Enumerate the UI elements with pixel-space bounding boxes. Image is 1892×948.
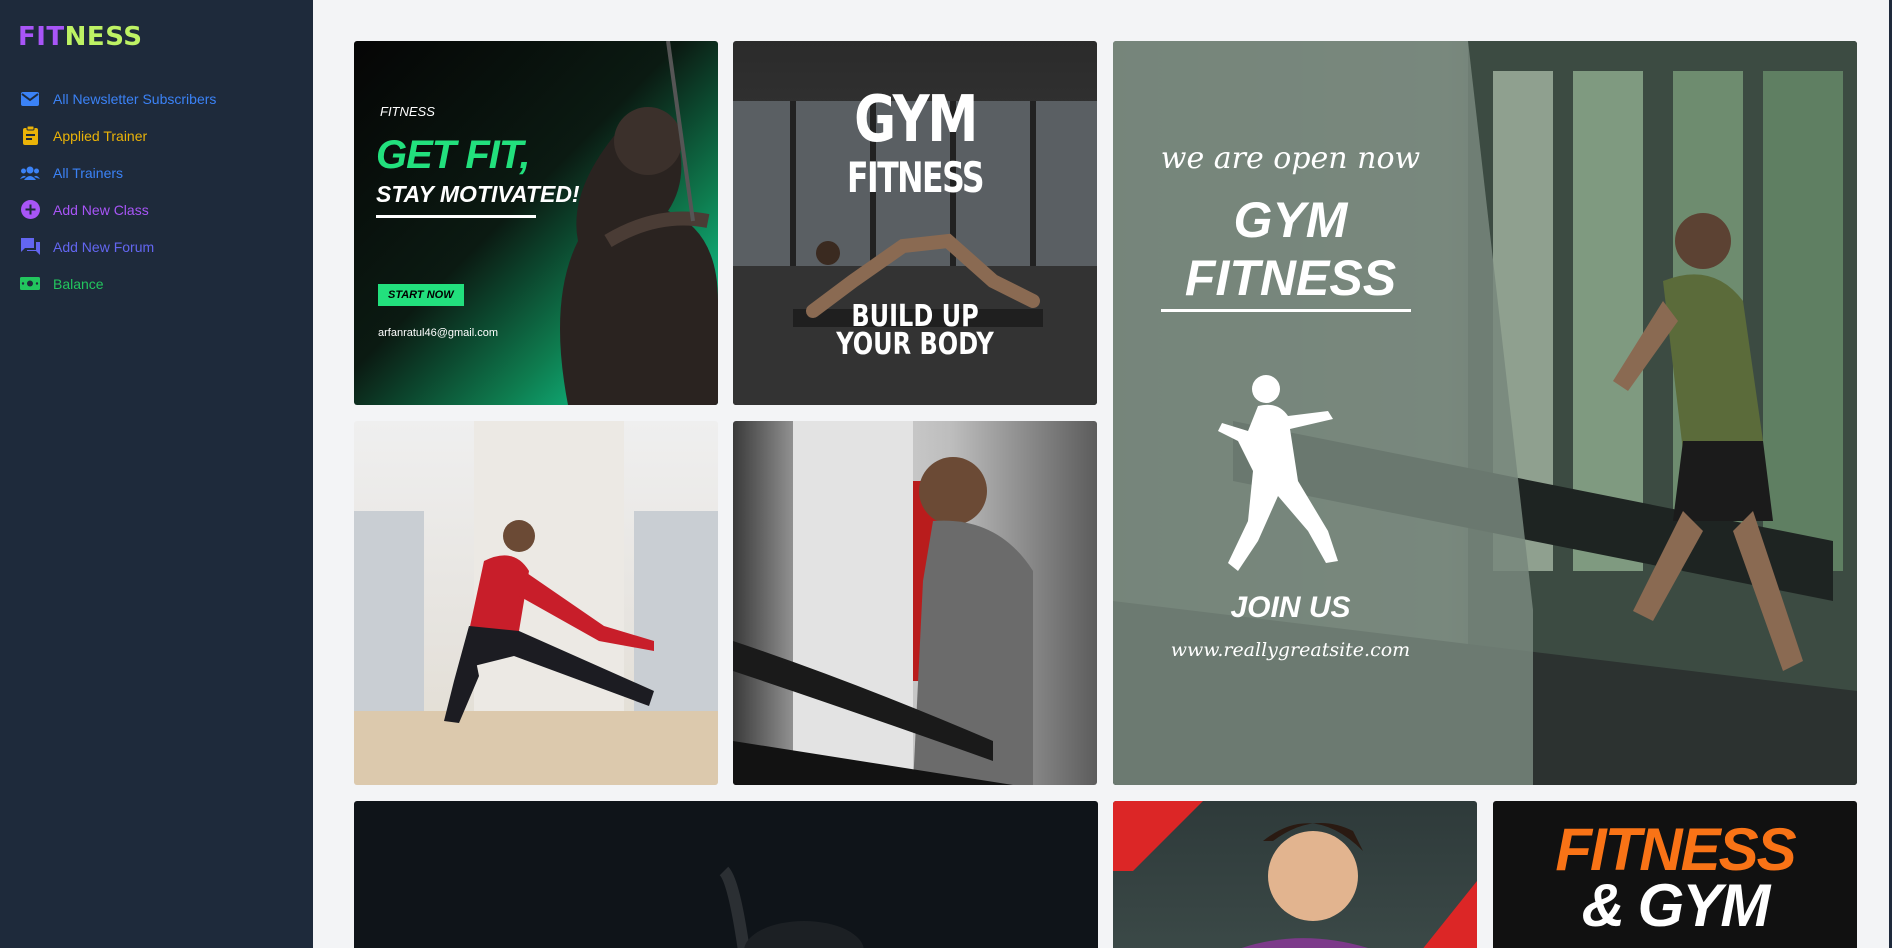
sidebar-item-applied-trainer[interactable]: Applied Trainer: [20, 117, 216, 154]
tile-title-gym: GYM: [1233, 192, 1348, 248]
dark-equipment-image: [719, 866, 864, 948]
gallery-image-fitness-gym[interactable]: FITNESS & GYM: [1493, 801, 1857, 948]
money-icon: [20, 274, 40, 294]
brand-part-2: NESS: [64, 22, 143, 52]
sidebar-item-label: Add New Forum: [53, 238, 155, 255]
join-us-text: JOIN US: [1230, 591, 1351, 624]
tile-build-up: BUILD UP YOUR BODY: [769, 302, 1060, 362]
sidebar-item-add-new-class[interactable]: Add New Class: [20, 191, 216, 228]
sidebar-item-label: All Newsletter Subscribers: [53, 90, 217, 107]
brand-part-1: FIT: [18, 22, 65, 52]
woman-workout-image: [1113, 801, 1477, 948]
runner-silhouette-icon: [1218, 375, 1338, 571]
sidebar-item-label: All Trainers: [53, 164, 124, 181]
sidebar-item-newsletter-subscribers[interactable]: All Newsletter Subscribers: [20, 80, 216, 117]
gallery-image-join-us[interactable]: we are open now GYM FITNESS JOIN US www.…: [1113, 41, 1857, 785]
treadmill-man-image: [733, 421, 1033, 785]
brand-logo[interactable]: FITNESS: [18, 22, 142, 52]
forum-icon: [20, 237, 40, 257]
sidebar-item-label: Applied Trainer: [53, 127, 148, 144]
gallery-image-stretching[interactable]: [354, 421, 718, 785]
sidebar-item-label: Add New Class: [53, 201, 149, 218]
gallery-image-get-fit[interactable]: FITNESS GET FIT, STAY MOTIVATED! START N…: [354, 41, 718, 405]
gallery-image-treadmill[interactable]: [733, 421, 1097, 785]
clipboard-icon: [20, 126, 40, 146]
tile-title-gym: GYM: [854, 83, 978, 157]
main-gallery: FITNESS GET FIT, STAY MOTIVATED! START N…: [313, 0, 1892, 948]
gallery-image-woman-workout[interactable]: [1113, 801, 1477, 948]
start-now-button: START NOW: [378, 284, 464, 306]
tile-title-fitness: FITNESS: [846, 153, 985, 202]
tile-brand-text: FITNESS: [380, 104, 435, 119]
gallery-image-gym-fitness[interactable]: GYM FITNESS BUILD UP YOUR BODY: [733, 41, 1097, 405]
muscular-man-image: [560, 41, 718, 405]
treadmill-runner-image: [1613, 213, 1803, 671]
tile-website: www.reallygreatsite.com: [1170, 639, 1411, 661]
tile-build-line-2: YOUR BODY: [836, 327, 994, 362]
sidebar-item-add-new-forum[interactable]: Add New Forum: [20, 228, 216, 265]
tile-title-gym: & GYM: [1581, 872, 1771, 939]
tile-headline: GET FIT,: [376, 133, 530, 177]
tile-tagline: we are open now: [1160, 141, 1421, 176]
gallery-image-dark-gym[interactable]: [354, 801, 1098, 948]
tile-email: arfanratul46@gmail.com: [378, 327, 498, 339]
sidebar-item-all-trainers[interactable]: All Trainers: [20, 154, 216, 191]
sidebar-item-balance[interactable]: Balance: [20, 265, 216, 302]
tile-title-fitness: FITNESS: [1184, 250, 1397, 306]
plus-circle-icon: [20, 200, 40, 220]
sidebar-nav: All Newsletter Subscribers Applied Train…: [20, 80, 216, 302]
mail-icon: [20, 89, 40, 109]
tile-divider: [1161, 309, 1411, 312]
sidebar-item-label: Balance: [53, 275, 104, 292]
stretching-man-image: [354, 421, 718, 785]
sidebar: FITNESS All Newsletter Subscribers Appli…: [0, 0, 313, 948]
users-icon: [20, 163, 40, 183]
